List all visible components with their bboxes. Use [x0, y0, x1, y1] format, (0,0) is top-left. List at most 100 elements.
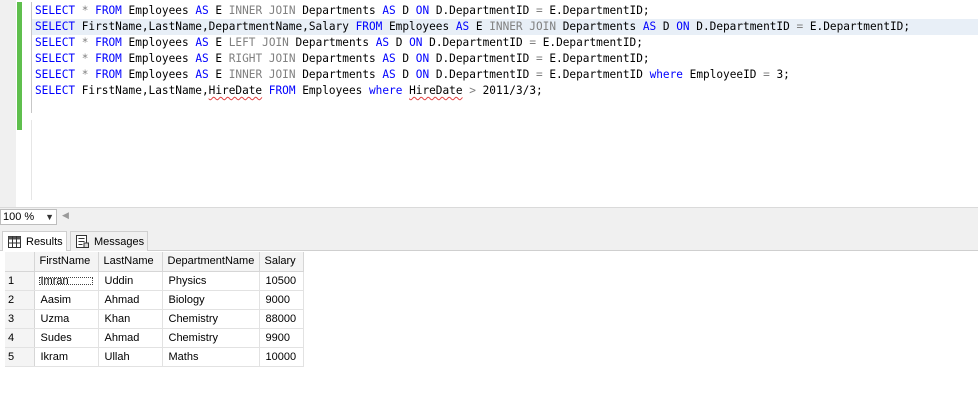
zoom-bar: 100 % ▼ ◀: [0, 207, 978, 225]
sql-text: Employees: [121, 52, 196, 65]
table-cell[interactable]: Maths: [162, 347, 260, 367]
sql-text: Employees: [121, 68, 196, 81]
table-cell[interactable]: 9900: [259, 328, 304, 348]
sql-text: EmployeeID: [682, 68, 764, 81]
table-cell[interactable]: Ahmad: [98, 290, 163, 310]
sql-text: E.DepartmentID;: [542, 4, 650, 17]
column-header[interactable]: LastName: [98, 252, 163, 272]
grid-icon: [8, 236, 21, 248]
table-cell[interactable]: Imran: [34, 271, 99, 291]
code-line[interactable]: SELECT FirstName,LastName,DepartmentName…: [32, 19, 978, 35]
table-cell[interactable]: Ullah: [98, 347, 163, 367]
sql-text: E.DepartmentID;: [803, 20, 911, 33]
sql-keyword: FROM: [95, 68, 122, 81]
tab-messages[interactable]: Messages: [70, 231, 148, 251]
sql-keyword: SELECT: [35, 68, 76, 81]
results-grid[interactable]: FirstName LastName DepartmentName Salary 1I…: [5, 252, 304, 367]
sql-keyword: ON: [409, 36, 423, 49]
table-cell[interactable]: Uzma: [34, 309, 99, 329]
sql-text: E: [208, 4, 229, 17]
row-number[interactable]: 4: [5, 328, 35, 348]
code-line[interactable]: SELECT FirstName,LastName,HireDate FROM …: [35, 83, 978, 99]
sql-unresolved-identifier: HireDate: [208, 84, 263, 97]
scroll-left-icon[interactable]: ◀: [62, 210, 69, 221]
table-row[interactable]: 2 Aasim Ahmad Biology 9000: [5, 290, 304, 310]
row-number[interactable]: 2: [5, 290, 35, 310]
chevron-down-icon[interactable]: ▼: [45, 210, 54, 224]
table-cell[interactable]: 9000: [259, 290, 304, 310]
sql-text: Employees: [121, 4, 196, 17]
column-header[interactable]: FirstName: [34, 252, 99, 272]
grid-corner-cell[interactable]: [5, 252, 35, 272]
sql-unresolved-identifier: HireDate: [409, 84, 463, 97]
table-cell[interactable]: Physics: [162, 271, 260, 291]
tab-results[interactable]: Results: [2, 231, 67, 252]
sql-text: E.DepartmentID;: [536, 36, 643, 49]
table-cell[interactable]: Sudes: [34, 328, 99, 348]
sql-operator: INNER JOIN: [228, 68, 296, 81]
sql-keyword: AS: [382, 68, 396, 81]
code-line[interactable]: SELECT * FROM Employees AS E INNER JOIN …: [35, 3, 978, 19]
table-cell[interactable]: Chemistry: [162, 328, 260, 348]
table-cell[interactable]: Khan: [98, 309, 163, 329]
sql-text: E: [208, 36, 229, 49]
table-cell[interactable]: Uddin: [98, 271, 163, 291]
column-header[interactable]: DepartmentName: [162, 252, 260, 272]
sql-keyword: where: [369, 84, 403, 97]
sql-text: D: [389, 36, 410, 49]
sql-keyword: SELECT: [35, 36, 76, 49]
column-header[interactable]: Salary: [259, 252, 304, 272]
sql-keyword: where: [649, 68, 683, 81]
sql-text: D.DepartmentID: [429, 68, 537, 81]
code-line[interactable]: SELECT * FROM Employees AS E INNER JOIN …: [35, 67, 978, 83]
sql-text: D.DepartmentID: [429, 4, 537, 17]
sql-keyword: FROM: [268, 84, 296, 97]
table-cell[interactable]: Chemistry: [162, 309, 260, 329]
sql-operator: INNER JOIN: [228, 4, 296, 17]
table-row[interactable]: 3 Uzma Khan Chemistry 88000: [5, 309, 304, 329]
table-cell[interactable]: 10000: [259, 347, 304, 367]
sql-keyword: SELECT: [35, 84, 76, 97]
sql-keyword: AS: [382, 4, 396, 17]
table-cell[interactable]: Ikram: [34, 347, 99, 367]
sql-text: Departments: [295, 4, 383, 17]
sql-text: D: [395, 4, 416, 17]
row-number[interactable]: 5: [5, 347, 35, 367]
messages-icon: [76, 235, 89, 248]
table-row[interactable]: 5 Ikram Ullah Maths 10000: [5, 347, 304, 367]
sql-operator: =: [536, 4, 543, 17]
sql-text: D.DepartmentID: [422, 36, 530, 49]
table-cell[interactable]: 10500: [259, 271, 304, 291]
table-cell[interactable]: 88000: [259, 309, 304, 329]
sql-operator: LEFT JOIN: [228, 36, 289, 49]
table-row[interactable]: 1 Imran Uddin Physics 10500: [5, 271, 304, 291]
zoom-dropdown[interactable]: 100 % ▼: [0, 209, 57, 225]
sql-text: E: [208, 52, 229, 65]
code-line[interactable]: SELECT * FROM Employees AS E RIGHT JOIN …: [35, 51, 978, 67]
sql-keyword: FROM: [355, 20, 383, 33]
row-number[interactable]: 3: [5, 309, 35, 329]
sql-text: Employees: [295, 84, 369, 97]
code-line[interactable]: SELECT * FROM Employees AS E LEFT JOIN D…: [35, 35, 978, 51]
table-row[interactable]: 4 Sudes Ahmad Chemistry 9900: [5, 328, 304, 348]
sql-keyword: ON: [415, 4, 430, 17]
grid-body: 1 Imran Uddin Physics 10500 2 Aasim Ahmad Biolog…: [5, 271, 304, 367]
grid-header-row: FirstName LastName DepartmentName Salary: [5, 252, 304, 272]
sql-text: Departments: [295, 52, 383, 65]
sql-text: D: [656, 20, 677, 33]
code-area[interactable]: SELECT * FROM Employees AS E INNER JOIN …: [32, 3, 978, 99]
row-number[interactable]: 1: [5, 271, 35, 291]
table-cell[interactable]: Aasim: [34, 290, 99, 310]
sql-keyword: ON: [415, 52, 430, 65]
table-cell[interactable]: Ahmad: [98, 328, 163, 348]
sql-keyword: AS: [195, 52, 209, 65]
query-editor[interactable]: SELECT * FROM Employees AS E INNER JOIN …: [0, 0, 978, 207]
sql-text: FirstName,LastName,: [75, 84, 209, 97]
sql-text: E.DepartmentID;: [542, 52, 650, 65]
sql-keyword: SELECT: [35, 52, 76, 65]
sql-operator: =: [536, 52, 543, 65]
table-cell[interactable]: Biology: [162, 290, 260, 310]
sql-operator: =: [536, 68, 543, 81]
